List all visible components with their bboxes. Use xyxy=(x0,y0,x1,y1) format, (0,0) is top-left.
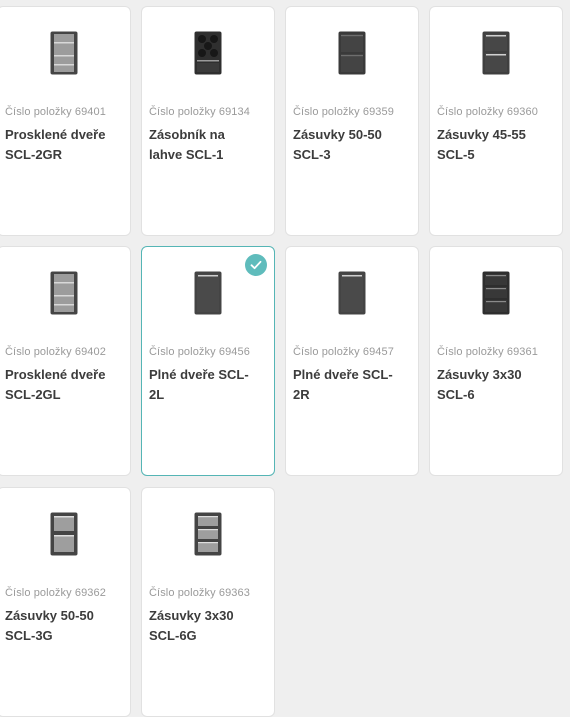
item-number: Číslo položky 69361 xyxy=(437,346,538,358)
product-title: Zásuvky 50-50 SCL-3G xyxy=(5,608,94,643)
product-title: Prosklené dveře SCL-2GL xyxy=(5,367,106,402)
three-drawer-cabinet-icon xyxy=(430,271,562,335)
product-title: Zásobník na lahve SCL-1 xyxy=(149,127,225,162)
bottle-rack-cabinet-icon xyxy=(142,31,274,95)
item-number: Číslo položky 69363 xyxy=(149,587,250,599)
product-card[interactable]: Číslo položky 69134 Zásobník na lahve SC… xyxy=(141,6,275,236)
solid-door-cabinet-icon xyxy=(142,271,274,335)
product-title: Zásuvky 3x30 SCL-6 xyxy=(437,367,522,402)
product-card[interactable]: Číslo položky 69361 Zásuvky 3x30 SCL-6 xyxy=(429,246,563,476)
item-number: Číslo položky 69359 xyxy=(293,106,394,118)
product-title: Zásuvky 45-55 SCL-5 xyxy=(437,127,526,162)
product-card[interactable]: Číslo položky 69402 Prosklené dveře SCL-… xyxy=(0,246,131,476)
product-card[interactable]: Číslo položky 69362 Zásuvky 50-50 SCL-3G xyxy=(0,487,131,717)
product-card[interactable]: Číslo položky 69401 Prosklené dveře SCL-… xyxy=(0,6,131,236)
glass-door-cabinet-icon xyxy=(0,31,130,95)
item-number: Číslo položky 69360 xyxy=(437,106,538,118)
product-grid: Číslo položky 69401 Prosklené dveře SCL-… xyxy=(0,0,570,717)
product-card-selected[interactable]: Číslo položky 69456 Plné dveře SCL-2L xyxy=(141,246,275,476)
product-title: Zásuvky 3x30 SCL-6G xyxy=(149,608,234,643)
item-number: Číslo položky 69457 xyxy=(293,346,394,358)
item-number: Číslo položky 69402 xyxy=(5,346,106,358)
product-title: Zásuvky 50-50 SCL-3 xyxy=(293,127,382,162)
product-title: Prosklené dveře SCL-2GR xyxy=(5,127,106,162)
product-card[interactable]: Číslo položky 69457 Plné dveře SCL-2R xyxy=(285,246,419,476)
solid-door-cabinet-icon xyxy=(286,271,418,335)
product-card[interactable]: Číslo položky 69359 Zásuvky 50-50 SCL-3 xyxy=(285,6,419,236)
product-card[interactable]: Číslo položky 69360 Zásuvky 45-55 SCL-5 xyxy=(429,6,563,236)
product-title: Plné dveře SCL-2R xyxy=(293,367,393,402)
item-number: Číslo položky 69401 xyxy=(5,106,106,118)
two-glass-drawer-cabinet-icon xyxy=(0,512,130,576)
item-number: Číslo položky 69362 xyxy=(5,587,106,599)
product-card[interactable]: Číslo položky 69363 Zásuvky 3x30 SCL-6G xyxy=(141,487,275,717)
item-number: Číslo položky 69134 xyxy=(149,106,250,118)
item-number: Číslo položky 69456 xyxy=(149,346,250,358)
two-drawer-cabinet-icon xyxy=(286,31,418,95)
two-drawer-cabinet-icon xyxy=(430,31,562,95)
glass-door-cabinet-icon xyxy=(0,271,130,335)
three-glass-drawer-cabinet-icon xyxy=(142,512,274,576)
product-title: Plné dveře SCL-2L xyxy=(149,367,249,402)
